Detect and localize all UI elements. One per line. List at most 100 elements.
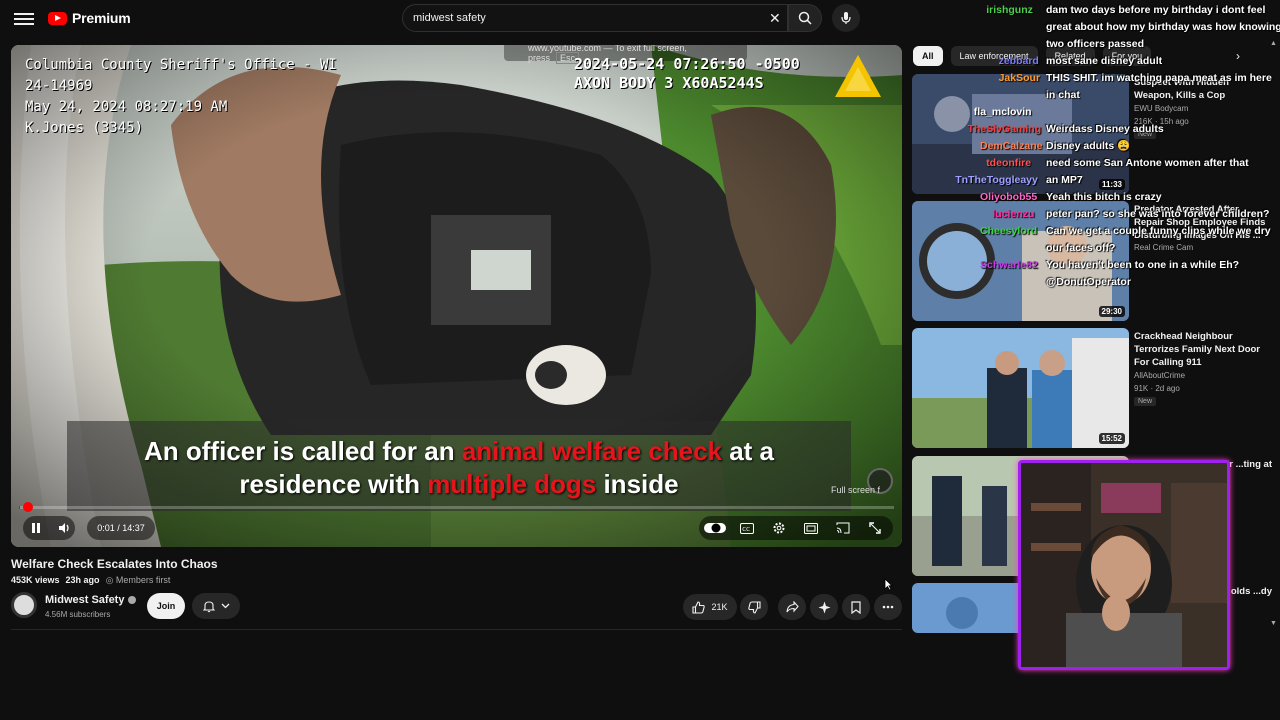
view-count: 453K views [11, 575, 60, 585]
share-icon [785, 601, 799, 613]
bookmark-icon [851, 600, 861, 614]
more-actions-button[interactable] [874, 594, 902, 620]
svg-text:CC: CC [742, 526, 750, 532]
video-meta: 453K views 23h ago ◎ Members first [11, 575, 170, 586]
recommendation-meta: 91K · 2d ago [1134, 384, 1180, 393]
caption-line-2: residence with multiple dogs inside [239, 469, 679, 499]
save-button[interactable] [842, 594, 870, 620]
progress-bar[interactable] [19, 502, 894, 512]
filter-chips: All Law enforcement Related For you [913, 46, 1152, 66]
webcam-image [1021, 463, 1227, 667]
volume-button[interactable] [51, 516, 77, 540]
cast-button[interactable] [831, 519, 855, 537]
axon-logo-icon [835, 55, 881, 97]
subtitles-button[interactable]: CC [735, 519, 759, 537]
upload-age: 23h ago [65, 575, 100, 585]
video-thumbnail[interactable]: 15:52 [912, 328, 1129, 448]
recommendation-title: Suspect With Hidden Weapon, Kills a Cop [1134, 77, 1229, 101]
chip-law-enforcement[interactable]: Law enforcement [950, 46, 1038, 66]
new-badge: New [1134, 397, 1157, 406]
video-thumbnail[interactable]: 11:33 [912, 74, 1129, 194]
recommendation-channel: EWU Bodycam [1134, 104, 1189, 113]
thumbnail-image [912, 201, 1129, 321]
video-thumbnail[interactable]: 29:30 [912, 201, 1129, 321]
recommendation-meta: 216K · 15h ago [1134, 117, 1189, 126]
thumbnail-image [912, 328, 1129, 448]
search-icon [798, 11, 812, 25]
chip-all[interactable]: All [913, 46, 943, 66]
dislike-button[interactable] [740, 594, 768, 620]
recommendation-title: Crackhead Neighbour Terrorizes Family Ne… [1134, 331, 1261, 368]
like-button[interactable]: 21K [683, 594, 737, 620]
ask-ai-button[interactable] [810, 594, 838, 620]
cast-icon [836, 522, 850, 534]
search-value: midwest safety [413, 12, 486, 24]
mouse-cursor-icon [884, 578, 893, 591]
chip-for-you[interactable]: For you [1102, 46, 1152, 66]
recommendation-item[interactable]: 29:30 Predator Arrested After Repair Sho… [912, 201, 1272, 321]
bell-icon [202, 600, 215, 612]
voice-search-button[interactable] [832, 4, 860, 32]
microphone-icon [841, 12, 851, 24]
verified-icon [128, 596, 137, 605]
channel-avatar[interactable] [11, 592, 37, 618]
toggle-icon [704, 523, 726, 533]
subscriber-count: 4.56M subscribers [45, 610, 111, 619]
cc-icon: CC [740, 522, 754, 534]
chevron-down-icon [221, 603, 229, 609]
thumbs-up-icon [692, 600, 706, 614]
clear-search-icon[interactable]: ✕ [769, 10, 781, 27]
autoplay-toggle[interactable] [703, 519, 727, 537]
pause-icon [32, 523, 40, 533]
sparkle-icon [818, 601, 830, 613]
caption-line-1: An officer is called for an animal welfa… [143, 436, 775, 466]
settings-button[interactable] [767, 519, 791, 537]
video-duration: 11:33 [1098, 179, 1125, 190]
bodycam-info-left: Columbia County Sheriff's Office - WI 24… [25, 57, 337, 136]
gear-icon [773, 522, 785, 534]
theater-icon [804, 522, 818, 534]
more-horizontal-icon [882, 605, 894, 609]
scroll-down-icon[interactable]: ▼ [1270, 620, 1277, 627]
pause-button[interactable] [23, 516, 49, 540]
progress-fill [19, 506, 20, 509]
video-caption: An officer is called for an animal welfa… [67, 421, 851, 511]
exit-fullscreen-button[interactable] [863, 519, 887, 537]
share-button[interactable] [778, 594, 806, 620]
divider [11, 629, 902, 630]
brand-label: Premium [72, 10, 131, 26]
channel-name[interactable]: Midwest Safety [45, 594, 137, 606]
scrubber-handle[interactable] [23, 502, 33, 512]
thumbnail-image [912, 74, 1129, 194]
video-duration: 29:30 [1098, 306, 1125, 317]
recommendation-channel: Real Crime Cam [1134, 243, 1194, 252]
chevron-right-icon[interactable]: › [1236, 49, 1240, 63]
recommendation-item[interactable]: 15:52 Crackhead Neighbour Terrorizes Fam… [912, 328, 1272, 448]
time-display: 0:01 / 14:37 [87, 516, 155, 540]
streamer-webcam [1018, 460, 1230, 670]
menu-icon[interactable] [14, 10, 34, 28]
volume-icon [59, 523, 69, 533]
video-duration: 15:52 [1098, 433, 1125, 444]
recommendation-title: Predator Arrested After Repair Shop Empl… [1134, 204, 1266, 241]
fullscreen-tooltip: Full screen f [831, 485, 881, 495]
new-badge: New [1134, 130, 1157, 139]
thumbs-down-icon [747, 600, 761, 614]
like-count: 21K [711, 602, 728, 612]
bodycam-info-right: 2024-05-24 07:26:50 -0500 AXON BODY 3 X6… [574, 55, 800, 92]
play-logo-icon [48, 11, 67, 25]
recommendation-item[interactable]: 11:33 Suspect With Hidden Weapon, Kills … [912, 74, 1272, 194]
fullscreen-icon [869, 522, 881, 534]
scroll-up-icon[interactable]: ▲ [1270, 40, 1277, 47]
top-bar: Premium midwest safety ✕ [0, 0, 1280, 38]
video-player[interactable]: www.youtube.com — To exit full screen, p… [11, 45, 902, 547]
search-input[interactable]: midwest safety ✕ [402, 4, 788, 32]
video-title: Welfare Check Escalates Into Chaos [11, 557, 218, 571]
join-button[interactable]: Join [147, 593, 185, 619]
theater-mode-button[interactable] [799, 519, 823, 537]
chip-related[interactable]: Related [1045, 46, 1095, 66]
members-first-label: ◎ Members first [105, 575, 171, 585]
notifications-button[interactable] [192, 593, 240, 619]
search-button[interactable] [788, 4, 822, 32]
youtube-logo[interactable]: Premium [48, 10, 131, 26]
